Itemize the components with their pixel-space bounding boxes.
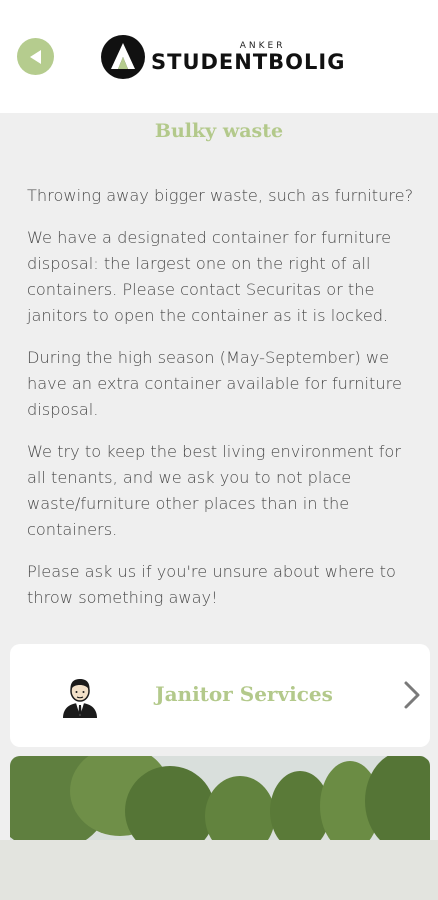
trees-illustration (10, 756, 430, 846)
paragraph: We have a designated container for furni… (27, 228, 392, 325)
logo-mark-icon (101, 35, 145, 79)
paragraph: Throwing away bigger waste, such as furn… (27, 186, 414, 205)
page-title: Bulky waste (154, 120, 284, 142)
trees-photo (10, 756, 430, 846)
content-text: Throwing away bigger waste, such as furn… (27, 183, 415, 627)
app-header: ANKER STUDENTBOLIG (0, 0, 438, 113)
logo-main-text: STUDENTBOLIG (151, 49, 346, 74)
bottom-bar (0, 840, 438, 900)
janitor-services-label: Janitor Services (155, 682, 333, 706)
paragraph: During the high season (May-September) w… (27, 348, 402, 419)
paragraph: We try to keep the best living environme… (27, 442, 401, 539)
janitor-services-card[interactable]: Janitor Services (10, 644, 430, 747)
back-arrow-icon (29, 49, 41, 64)
chevron-right-icon (404, 681, 420, 709)
anker-studentbolig-logo: ANKER STUDENTBOLIG (101, 34, 345, 80)
paragraph: Please ask us if you're unsure about whe… (27, 562, 396, 607)
back-button[interactable] (17, 38, 54, 75)
